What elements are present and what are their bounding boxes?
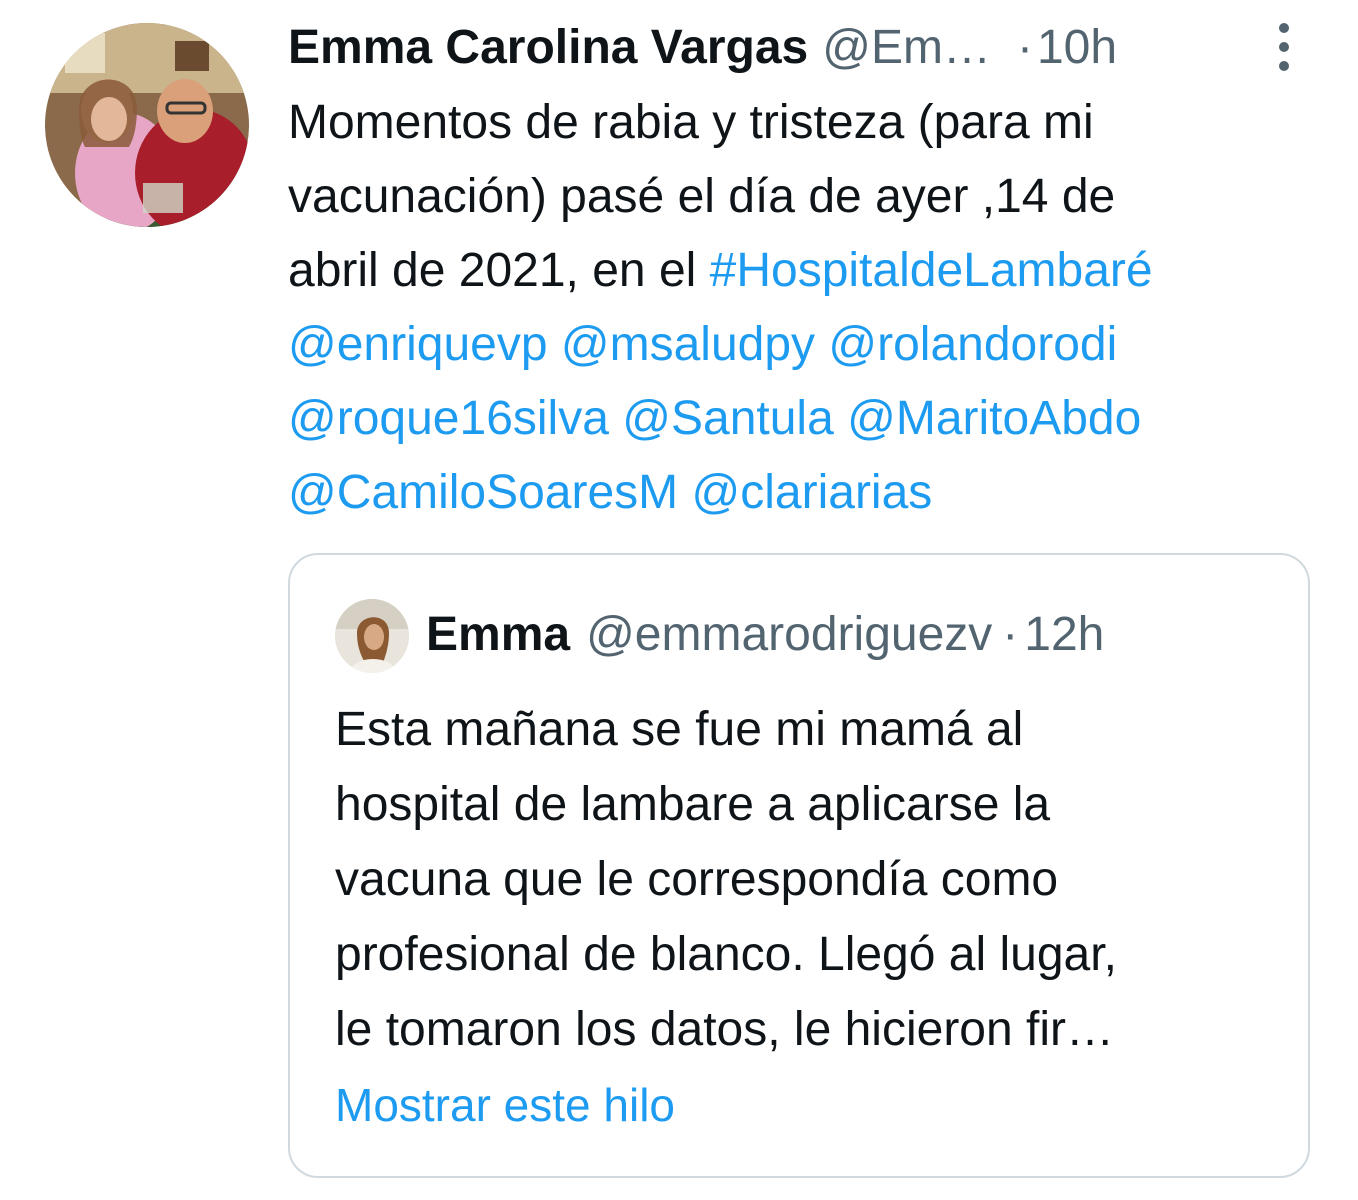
mention-link[interactable]: @MaritoAbdo <box>847 392 1141 445</box>
mentions-line: @CamiloSoaresM @clariarias <box>288 456 1338 530</box>
tweet-time[interactable]: 10h <box>1037 21 1117 74</box>
quoted-author-avatar-image <box>335 599 409 673</box>
header-separator: · <box>1016 21 1033 74</box>
tweet-header: Emma Carolina Vargas @Em… ·10h <box>288 18 1328 78</box>
author-handle[interactable]: @Em… <box>822 21 991 74</box>
mention-link[interactable]: @CamiloSoaresM <box>288 466 678 519</box>
author-avatar-image <box>45 23 249 227</box>
tweet-text-line: abril de 2021, en el #HospitaldeLambaré <box>288 234 1338 308</box>
quoted-header-separator: · <box>1002 608 1019 661</box>
tweet-text: Momentos de rabia y tristeza (para mi va… <box>288 86 1338 530</box>
mention-link[interactable]: @msaludpy <box>561 318 815 371</box>
quoted-author-avatar[interactable] <box>335 599 409 673</box>
quoted-author-name[interactable]: Emma <box>426 608 570 661</box>
mentions-line: @roque16silva @Santula @MaritoAbdo <box>288 382 1338 456</box>
mention-link[interactable]: @rolandorodi <box>828 318 1117 371</box>
quoted-text-line: profesional de blanco. Llegó al lugar, <box>335 928 1117 981</box>
mention-link[interactable]: @roque16silva <box>288 392 609 445</box>
quoted-text-line: le tomaron los datos, le hicieron fir… <box>335 1003 1115 1056</box>
show-thread-link[interactable]: Mostrar este hilo <box>335 1073 675 1137</box>
mention-link[interactable]: @enriquevp <box>288 318 548 371</box>
author-name[interactable]: Emma Carolina Vargas <box>288 21 808 74</box>
quoted-author-handle[interactable]: @emmarodriguezv <box>586 608 992 661</box>
quoted-tweet-text: Esta mañana se fue mi mamá al hospital d… <box>335 692 1295 1067</box>
tweet-text-line: Momentos de rabia y tristeza (para mi <box>288 96 1094 149</box>
author-avatar[interactable] <box>45 23 249 227</box>
hashtag-link[interactable]: #HospitaldeLambaré <box>710 244 1153 297</box>
quoted-text-line: vacuna que le correspondía como <box>335 853 1059 906</box>
quoted-text-line: Esta mañana se fue mi mamá al <box>335 703 1024 756</box>
tweet-text-line-prefix: abril de 2021, en el <box>288 244 710 297</box>
more-vertical-icon[interactable] <box>1268 20 1300 74</box>
mention-link[interactable]: @clariarias <box>692 466 933 519</box>
mentions-line: @enriquevp @msaludpy @rolandorodi <box>288 308 1338 382</box>
quoted-tweet-time[interactable]: 12h <box>1024 608 1104 661</box>
quoted-text-line: hospital de lambare a aplicarse la <box>335 778 1051 831</box>
quoted-tweet-card[interactable]: Emma @emmarodriguezv · 12h Esta mañana se f… <box>288 553 1310 1178</box>
quoted-tweet-header: Emma @emmarodriguezv · 12h <box>426 603 1104 667</box>
mention-link[interactable]: @Santula <box>622 392 834 445</box>
tweet-text-line: vacunación) pasé el día de ayer ,14 de <box>288 170 1116 223</box>
